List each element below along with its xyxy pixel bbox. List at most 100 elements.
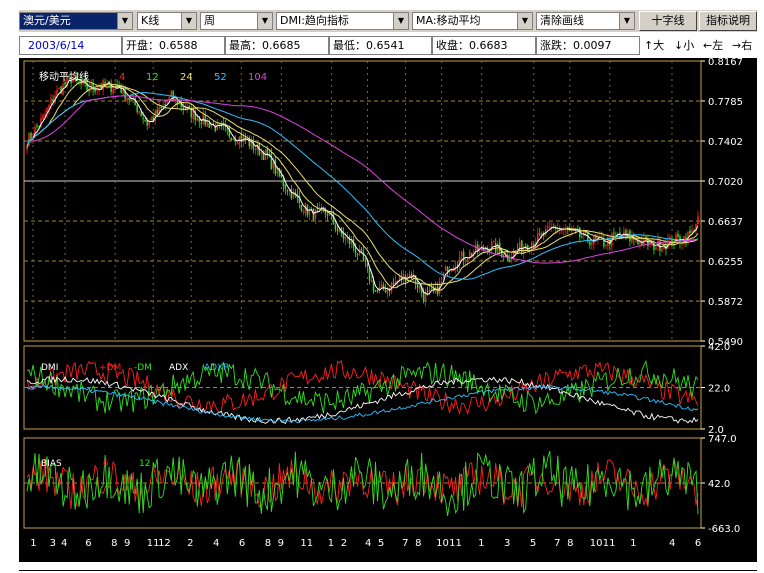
crosshair-button[interactable]: 十字线 [639,11,697,31]
x-tick-label: 8 [111,538,117,549]
x-tick-label: 8 [265,538,271,549]
candle-body [156,109,158,115]
x-tick-label: 5 [530,538,536,549]
y-tick-label: 22.0 [708,384,730,395]
ma-legend-12: 12 [146,72,159,83]
candle-body [571,230,573,232]
candle-body [460,251,463,257]
chart-background [19,58,757,562]
candle-body [334,224,337,230]
candle-body [136,105,138,112]
dmi-legend-ADX: ADX [169,363,188,373]
ma-value: MA:移动平均 [416,14,481,27]
candle-body [661,248,663,252]
x-tick-label: 7 [402,538,408,549]
symbol-select[interactable]: 澳元/美元 ▼ [19,12,133,30]
candle-body [126,97,128,102]
indicator-select[interactable]: DMI:趋向指标 ▼ [276,12,409,30]
candle-body [350,240,353,244]
bias-legend-12: 12 [139,459,150,469]
candle-body [468,251,471,258]
candle-body [312,208,315,220]
scroll-left-button[interactable]: ←左 [703,36,723,55]
candle-body [444,266,447,271]
candle-body [422,292,425,302]
candle-body [314,209,317,219]
quote-open: 开盘：0.6588 [122,36,225,55]
candle-body [254,149,257,151]
chevron-down-icon[interactable]: ▼ [257,13,272,29]
draw-select[interactable]: 清除画线 ▼ [536,12,635,30]
candle-body [96,89,98,91]
candle-body [384,289,387,293]
candle-body [58,87,60,90]
x-tick-label: 4 [669,538,675,549]
candle-body [557,228,559,230]
quote-bar: 2003/6/14 开盘：0.6588 最高：0.6685 最低：0.6541 … [19,36,757,56]
candle-body [142,117,144,119]
candle-body [589,241,591,246]
candle-body [426,290,429,292]
candle-body [635,240,637,242]
candle-body [689,230,691,234]
candle-body [466,258,469,261]
x-tick-label: 1 [328,538,334,549]
y-tick-label: 0.8167 [708,58,743,68]
candle-body [528,248,531,250]
symbol-select-value: 澳元/美元 [23,14,71,27]
scroll-right-button[interactable]: →右 [732,36,752,55]
candle-body [336,229,339,231]
y-tick-label: 0.7020 [708,177,743,188]
x-tick-label: 4 [61,538,67,549]
chart-area[interactable]: 0.8167 0.7785 0.7402 0.7020 0.6637 0.6255 0.58… [19,58,757,562]
quote-date: 2003/6/14 [19,36,122,55]
candle-body [474,244,477,252]
draw-value: 清除画线 [540,14,584,27]
candle-body [354,247,357,254]
candle-body [52,99,54,102]
chevron-down-icon[interactable]: ▼ [117,13,132,29]
period-select[interactable]: 周 ▼ [200,12,273,30]
candle-body [547,226,549,228]
y-tick-label: 0.7785 [708,97,743,108]
indicator-help-button[interactable]: 指标说明 [699,11,757,31]
dmi-title: DMI [41,363,58,373]
candle-body [492,241,495,243]
period-value: 周 [204,14,215,27]
chart-kind-select[interactable]: K线 ▼ [137,12,197,30]
candle-body [549,227,551,229]
candle-body [230,137,233,141]
ma-legend-4: 4 [119,72,125,83]
chevron-down-icon[interactable]: ▼ [619,13,634,29]
candle-body [206,120,209,127]
candle-body [362,251,365,260]
quote-low: 最低：0.6541 [329,36,432,55]
chevron-down-icon[interactable]: ▼ [393,13,408,29]
toolbar: 澳元/美元 ▼ K线 ▼ 周 ▼ DMI:趋向指标 ▼ MA:移动平均 ▼ 清除… [19,10,757,32]
candle-body [150,118,152,120]
candle-body [26,147,28,150]
ma-legend-24: 24 [180,72,193,83]
candle-body [140,112,142,116]
candle-body [200,122,203,124]
zoom-in-button[interactable]: ↑大 [644,36,664,55]
candle-body [196,117,199,121]
candle-body [146,120,148,126]
candle-body [591,242,593,245]
candle-body [42,115,44,120]
chevron-down-icon[interactable]: ▼ [181,13,196,29]
dmi-legend--DM: -DM [134,363,152,373]
candle-body [112,89,114,94]
candle-body [326,214,329,216]
candle-body [344,236,347,240]
candle-body [416,283,419,288]
ma-select[interactable]: MA:移动平均 ▼ [412,12,533,30]
chevron-down-icon[interactable]: ▼ [517,13,532,29]
candle-body [613,232,615,235]
ma-title: 移动平均线 [39,70,89,83]
x-tick-label: 4 [365,538,371,549]
candle-body [182,107,184,109]
candle-body [128,97,130,101]
zoom-out-button[interactable]: ↓小 [674,36,694,55]
candle-body [318,207,321,209]
